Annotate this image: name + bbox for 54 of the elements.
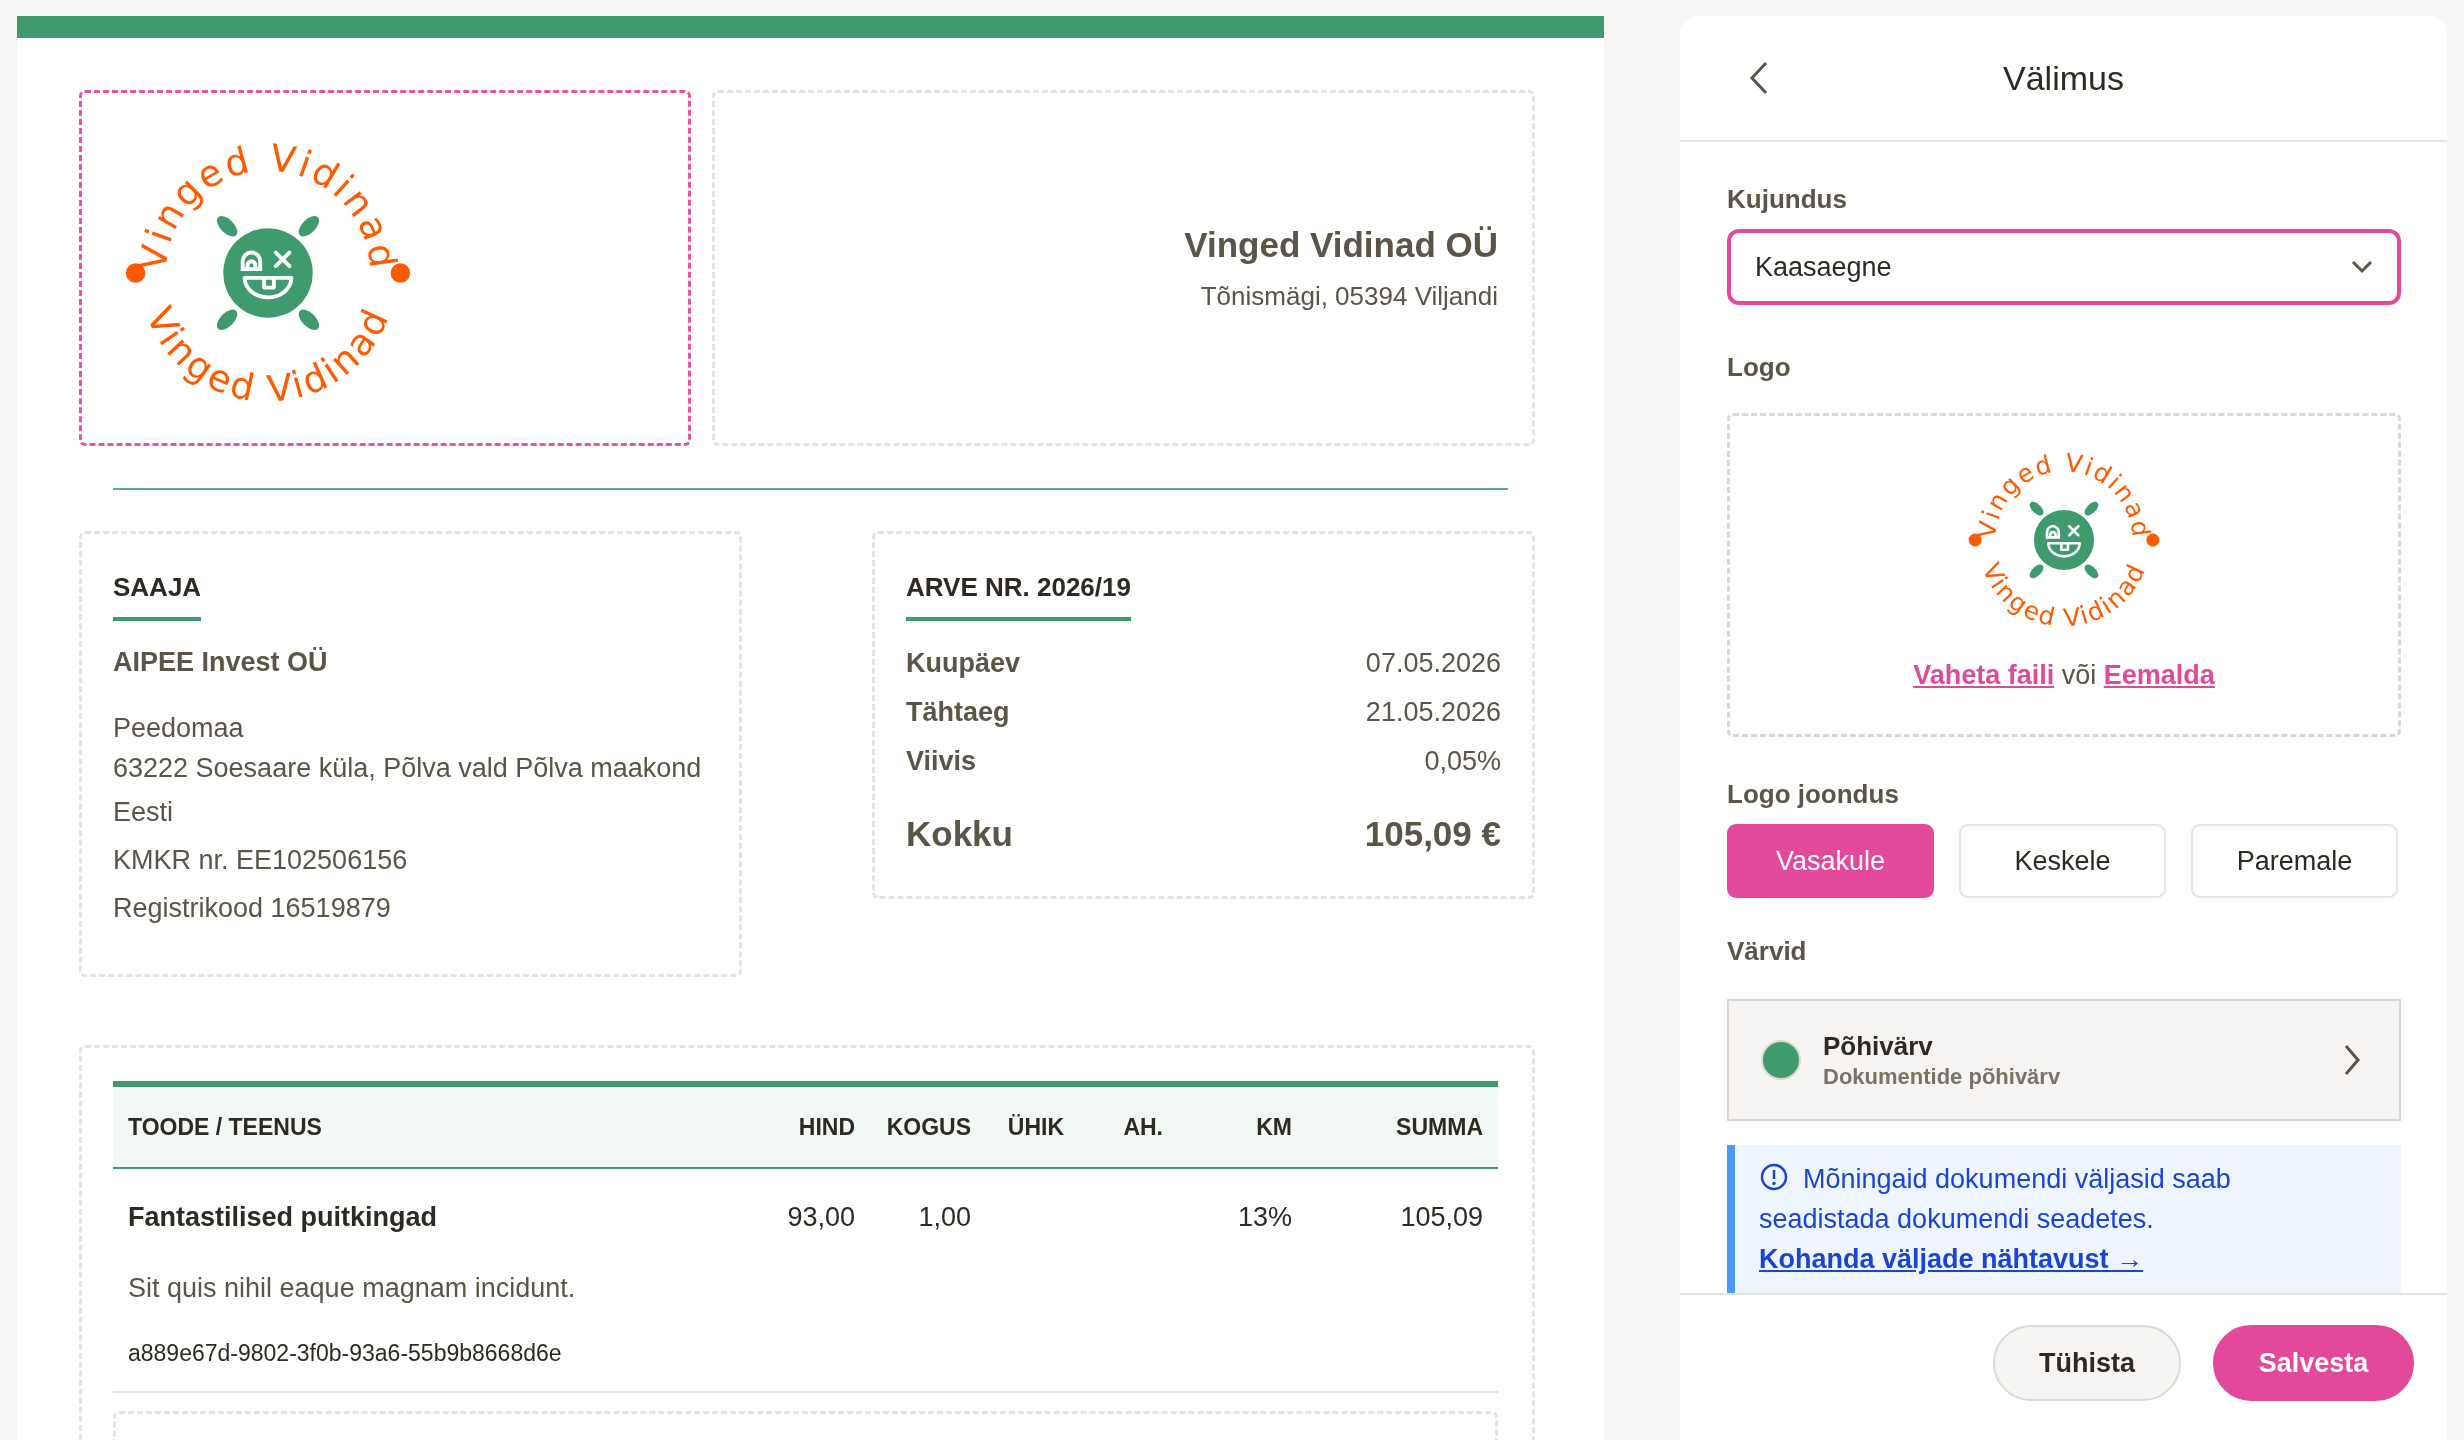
- field-value: 07.05.2026: [1365, 647, 1501, 680]
- field-label: Logo: [1727, 352, 1792, 383]
- total-value: 105,09 €: [1364, 814, 1501, 854]
- recipient-name: AIPEE Invest OÜ: [113, 647, 329, 678]
- column-header: ÜHIK: [1006, 1113, 1064, 1141]
- color-name: Põhivärv: [1823, 1030, 1934, 1062]
- column-header: KOGUS: [885, 1113, 971, 1141]
- field-label: Viivis: [906, 745, 977, 778]
- address-line: Peedomaa: [113, 712, 245, 745]
- info-icon: [1759, 1162, 1789, 1192]
- remove-link[interactable]: Eemalda: [2103, 660, 2215, 690]
- recipient-detail: Eesti: [113, 796, 175, 829]
- column-header: TOODE / TEENUS: [127, 1113, 323, 1141]
- field-label: Tähtaeg: [906, 696, 1010, 729]
- replace-file-link[interactable]: Vaheta faili: [1913, 660, 2055, 690]
- alignment-option[interactable]: Vasakule: [1727, 824, 1934, 898]
- color-description: Dokumentide põhivärv: [1823, 1063, 2062, 1090]
- alignment-option[interactable]: Keskele: [1959, 824, 2166, 898]
- item-description: Sit quis nihil eaque magnam incidunt.: [127, 1273, 577, 1304]
- table-cell-text: Fantastilised puitkingad: [127, 1202, 439, 1233]
- recipient-detail: KMKR nr. EE102506156: [113, 844, 409, 877]
- item-code: a889e67d-9802-3f0b-93a6-55b9b8668d6e: [113, 1340, 1498, 1393]
- table-cell-text: 93,00: [786, 1202, 855, 1233]
- table-cell-text: 105,09: [1399, 1202, 1484, 1233]
- recipient-detail: Registrikood 16519879: [113, 892, 392, 925]
- logo-actions-text: Vaheta faili või Eemalda: [1913, 660, 2215, 691]
- field-value: 0,05%: [1424, 745, 1501, 778]
- company-address: Tõnismägi, 05394 Viljandi: [1200, 280, 1498, 312]
- column-header: HIND: [797, 1113, 855, 1141]
- alignment-option[interactable]: Paremale: [2191, 824, 2398, 898]
- chevron-down-icon: [2351, 260, 2373, 274]
- field-label: Kuupäev: [906, 647, 1021, 680]
- field-label: Värvid: [1727, 936, 1808, 967]
- column-header: SUMMA: [1395, 1113, 1484, 1141]
- panel-title: Välimus: [2003, 58, 2124, 98]
- design-select[interactable]: Kaasaegne: [1727, 229, 2401, 305]
- address-line: 63222 Soesaare küla, Põlva vald Põlva maakond: [113, 752, 703, 785]
- visibility-link[interactable]: Kohanda väljade nähtavust →: [1759, 1244, 2144, 1274]
- color-row[interactable]: Põhivärv Dokumentide põhivärv: [1727, 999, 2401, 1121]
- total-label: Kokku: [906, 814, 1013, 854]
- field-label: Kujundus: [1727, 184, 1848, 215]
- column-header: AH.: [1122, 1113, 1163, 1141]
- info-text: Mõningaid dokumendi väljasid saab seadistada dokumendi seadetes.: [1759, 1161, 2232, 1236]
- chevron-right-icon: [2343, 1044, 2361, 1076]
- company-name: Vinged Vidinad OÜ: [1184, 224, 1498, 265]
- field-label: Logo joondus: [1727, 779, 1900, 810]
- column-header: KM: [1255, 1113, 1292, 1141]
- save-button[interactable]: Salvesta: [2213, 1325, 2414, 1401]
- table-cell-text: 13%: [1236, 1202, 1292, 1233]
- section-heading: SAAJA: [113, 572, 202, 621]
- table-cell-text: 1,00: [917, 1202, 971, 1233]
- cancel-button[interactable]: Tühista: [1993, 1325, 2181, 1401]
- field-value: 21.05.2026: [1365, 696, 1501, 729]
- section-heading: ARVE NR. 2026/19: [906, 572, 1131, 621]
